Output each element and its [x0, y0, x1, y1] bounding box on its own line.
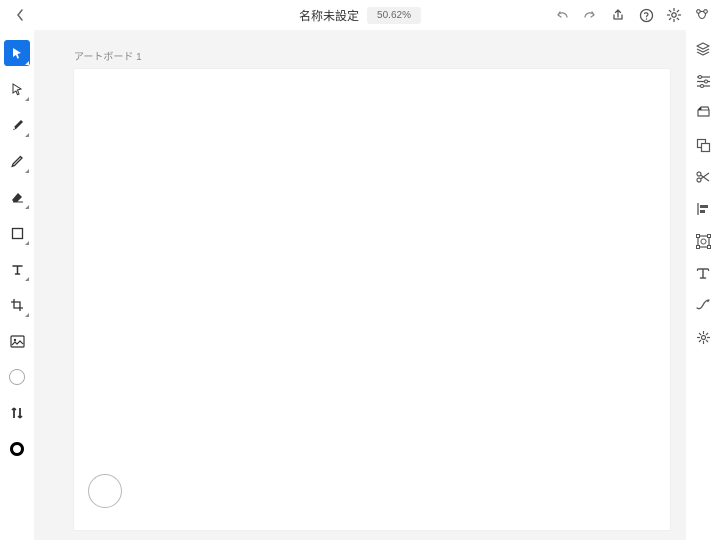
help-button[interactable]	[638, 7, 654, 23]
layers-panel-icon[interactable]	[694, 40, 712, 58]
pencil-tool[interactable]	[4, 148, 30, 174]
left-toolbar	[0, 30, 34, 540]
adjust-tool[interactable]	[4, 400, 30, 426]
scissors-icon[interactable]	[694, 168, 712, 186]
settings-button[interactable]	[666, 7, 682, 23]
brush-panel-icon[interactable]	[694, 296, 712, 314]
undo-button[interactable]	[554, 7, 570, 23]
artboard-label[interactable]: アートボード 1	[74, 48, 670, 63]
type-tool[interactable]	[4, 256, 30, 282]
shape-tool[interactable]	[4, 220, 30, 246]
document-title[interactable]: 名称未設定	[299, 7, 359, 24]
canvas-area: アートボード 1	[34, 30, 686, 540]
pen-tool[interactable]	[4, 112, 30, 138]
artboard[interactable]	[74, 69, 670, 530]
stroke-ring-icon	[10, 442, 24, 456]
image-tool[interactable]	[4, 328, 30, 354]
select-tool[interactable]	[4, 40, 30, 66]
crop-tool[interactable]	[4, 292, 30, 318]
top-bar: 名称未設定 50.62%	[0, 0, 720, 30]
type-panel-icon[interactable]	[694, 264, 712, 282]
align-panel-icon[interactable]	[694, 200, 712, 218]
stroke-swatch[interactable]	[4, 436, 30, 462]
panel-settings-icon[interactable]	[694, 328, 712, 346]
canvas-ellipse-shape[interactable]	[88, 474, 122, 508]
eraser-tool[interactable]	[4, 184, 30, 210]
puppet-icon[interactable]	[694, 7, 710, 23]
zoom-level[interactable]: 50.62%	[367, 7, 421, 24]
bounding-box-icon[interactable]	[694, 232, 712, 250]
properties-panel-icon[interactable]	[694, 72, 712, 90]
fill-swatch[interactable]	[4, 364, 30, 390]
right-panel-strip	[686, 30, 720, 540]
pathfinder-panel-icon[interactable]	[694, 136, 712, 154]
back-button[interactable]	[10, 5, 30, 25]
redo-button[interactable]	[582, 7, 598, 23]
fill-circle-icon	[9, 369, 25, 385]
direct-select-tool[interactable]	[4, 76, 30, 102]
share-button[interactable]	[610, 7, 626, 23]
transform-panel-icon[interactable]	[694, 104, 712, 122]
